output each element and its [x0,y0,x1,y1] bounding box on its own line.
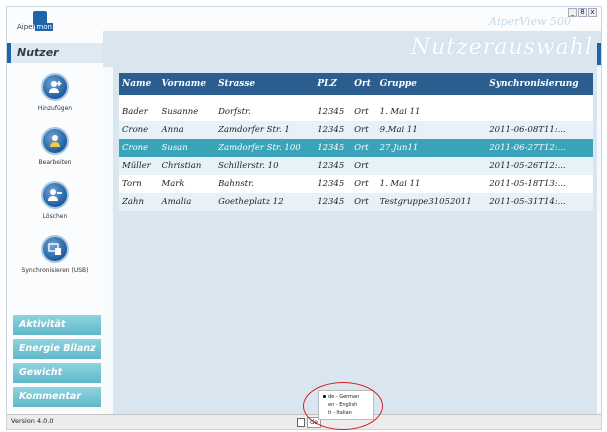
cell-synchronisierung: 2011-06-08T11:... [486,121,593,139]
status-bar: Version 4.0.0 de [7,414,601,429]
selected-dot-icon [323,395,326,398]
col-plz[interactable]: PLZ [314,73,352,95]
version-label: Version 4.0.0 [11,417,54,425]
add-user-icon [41,73,69,101]
cell-ort: Ort [351,193,377,211]
cell-strasse: Zamdorfer Str. 1 [215,121,315,139]
sync-usb-label: Synchronisieren (USB) [21,267,89,274]
cell-vorname: Amalia [158,193,216,211]
cell-ort: Ort [351,175,377,193]
cell-strasse: Dorfstr. [215,103,315,121]
cell-synchronisierung: 2011-05-18T13:... [486,175,593,193]
sidebar: Hinzufügen Bearbeiten Löschen Synchronis… [7,63,103,415]
col-strasse[interactable]: Strasse [215,73,315,95]
cell-vorname: Susanne [158,103,216,121]
cell-gruppe: 9.Mai 11 [376,121,487,139]
cell-name: Zahn [119,193,159,211]
cell-gruppe: 27.Jun11 [376,139,487,157]
cell-strasse: Bahnstr. [215,175,315,193]
add-user-button[interactable]: Hinzufügen [7,73,103,112]
cell-strasse: Schillerstr. 10 [215,157,315,175]
language-dropdown: de - German en - English it - Italian [318,390,374,420]
edit-user-label: Bearbeiten [38,159,72,166]
table-row[interactable]: Crone Anna Zamdorfer Str. 1 12345 Ort 9.Mai 1… [119,121,593,139]
cell-plz: 12345 [314,157,352,175]
close-button[interactable]: x [588,8,597,17]
delete-user-label: Löschen [42,213,68,220]
user-table-panel: Name Vorname Strasse PLZ Ort Gruppe Sync… [113,67,597,415]
page-header: Nutzerauswahl [103,31,601,67]
header-accent [597,43,601,65]
minimize-button[interactable]: _ [568,8,577,17]
nav-kommentar[interactable]: Kommentar [13,387,101,407]
table-row[interactable]: Crone Susan Zamdorfer Str. 100 12345 Ort 27.J… [119,139,593,157]
user-table: Name Vorname Strasse PLZ Ort Gruppe Sync… [119,73,593,211]
cell-vorname: Anna [158,121,216,139]
delete-user-icon [41,181,69,209]
cell-gruppe [376,157,487,175]
sync-usb-icon [41,235,69,263]
table-row[interactable]: Torn Mark Bahnstr. 12345 Ort 1. Mai 11 2011-05… [119,175,593,193]
language-option-de[interactable]: de - German [323,393,369,401]
cell-strasse: Goetheplatz 12 [215,193,315,211]
app-window: Aipermon AiperView 500 _ 8 x Nutzerauswa… [6,6,602,430]
cell-gruppe: Testgruppe31052011 [376,193,487,211]
table-row[interactable]: Müller Christian Schillerstr. 10 12345 Ort 20… [119,157,593,175]
cell-gruppe: 1. Mai 11 [376,175,487,193]
table-header-row: Name Vorname Strasse PLZ Ort Gruppe Sync… [119,73,593,95]
table-row[interactable]: Zahn Amalia Goetheplatz 12 12345 Ort Testgrup… [119,193,593,211]
logo-text: Aipermon [17,23,53,31]
cell-synchronisierung: 2011-06-27T12:... [486,139,593,157]
cell-name: Müller [119,157,159,175]
cell-plz: 12345 [314,139,352,157]
sidebar-title: Nutzer [7,43,103,63]
cell-name: Crone [119,121,159,139]
col-synchronisierung[interactable]: Synchronisierung [486,73,593,95]
cell-ort: Ort [351,157,377,175]
window-controls: _ 8 x [568,8,597,17]
cell-vorname: Mark [158,175,216,193]
cell-ort: Ort [351,139,377,157]
cell-strasse: Zamdorfer Str. 100 [215,139,315,157]
cell-vorname: Susan [158,139,216,157]
cell-vorname: Christian [158,157,216,175]
edit-user-icon [41,127,69,155]
nav-gewicht[interactable]: Gewicht [13,363,101,383]
cell-name: Bader [119,103,159,121]
maximize-button[interactable]: 8 [578,8,587,17]
nav-aktivitaet[interactable]: Aktivität [13,315,101,335]
cell-gruppe: 1. Mai 11 [376,103,487,121]
language-icon [297,418,305,427]
cell-synchronisierung: 2011-05-31T14:... [486,193,593,211]
col-gruppe[interactable]: Gruppe [376,73,487,95]
cell-plz: 12345 [314,193,352,211]
cell-ort: Ort [351,103,377,121]
cell-name: Torn [119,175,159,193]
col-ort[interactable]: Ort [351,73,377,95]
cell-plz: 12345 [314,175,352,193]
table-spacer [119,95,593,103]
add-user-label: Hinzufügen [37,105,73,112]
cell-synchronisierung [486,103,593,121]
col-name[interactable]: Name [119,73,159,95]
cell-plz: 12345 [314,103,352,121]
app-logo: Aipermon [17,11,57,39]
spacer-cell [119,95,593,103]
cell-synchronisierung: 2011-05-26T12:... [486,157,593,175]
cell-plz: 12345 [314,121,352,139]
sync-usb-button[interactable]: Synchronisieren (USB) [7,235,103,274]
col-vorname[interactable]: Vorname [158,73,216,95]
page-title: Nutzerauswahl [410,35,593,60]
language-option-en[interactable]: en - English [323,401,369,409]
product-name: AiperView 500 [489,15,571,28]
delete-user-button[interactable]: Löschen [7,181,103,220]
cell-name: Crone [119,139,159,157]
cell-ort: Ort [351,121,377,139]
edit-user-button[interactable]: Bearbeiten [7,127,103,166]
table-row[interactable]: Bader Susanne Dorfstr. 12345 Ort 1. Mai 11 [119,103,593,121]
nav-energie-bilanz[interactable]: Energie Bilanz [13,339,101,359]
language-option-it[interactable]: it - Italian [323,409,369,417]
